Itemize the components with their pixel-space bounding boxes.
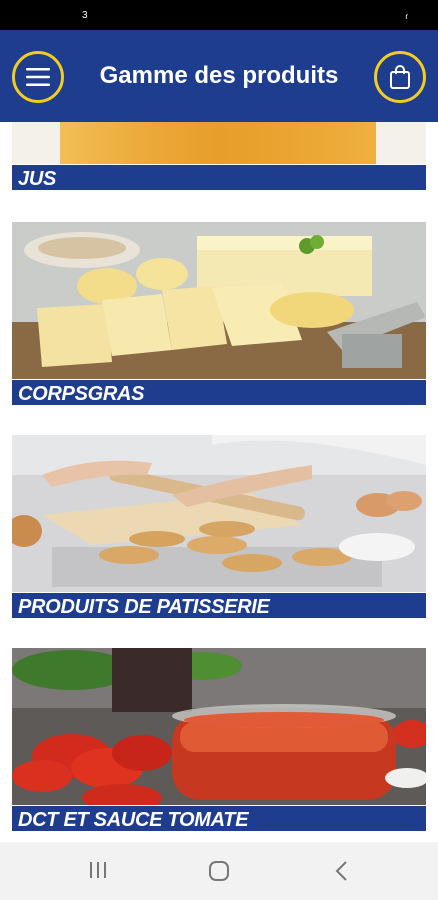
shopping-bag-icon [390,65,410,89]
juice-image [12,122,426,165]
category-label: JUS [18,168,57,190]
category-label-bar: DCT ET SAUCE TOMATE [12,805,426,831]
category-label: DCT ET SAUCE TOMATE [18,809,249,831]
category-card-sauce-tomate[interactable]: DCT ET SAUCE TOMATE [12,648,426,832]
tomato-sauce-image [12,648,426,806]
category-card-jus[interactable]: JUS [12,122,426,192]
status-left-text: 3 [82,10,88,21]
system-nav-bar [0,842,438,900]
status-right-text: r [405,12,408,21]
app-header: Gamme des produits [0,30,438,122]
page-title: Gamme des produits [99,62,339,89]
category-label-bar: JUS [12,164,426,190]
cart-button[interactable] [374,51,426,103]
status-bar: 3 r [0,0,438,30]
pastry-image [12,435,426,593]
back-icon[interactable] [332,860,352,882]
category-card-corpsgras[interactable]: CORPSGRAS [12,222,426,406]
butter-image [12,222,426,380]
category-label-bar: PRODUITS DE PATISSERIE [12,592,426,618]
home-icon[interactable] [208,860,230,882]
category-label: CORPSGRAS [18,383,145,405]
recent-apps-icon[interactable] [88,860,108,880]
category-card-patisserie[interactable]: PRODUITS DE PATISSERIE [12,435,426,619]
category-label: PRODUITS DE PATISSERIE [18,596,270,618]
category-list[interactable]: JUS CORPSGRAS PRODUITS DE PATISSERIE DCT… [0,122,438,842]
category-label-bar: CORPSGRAS [12,379,426,405]
